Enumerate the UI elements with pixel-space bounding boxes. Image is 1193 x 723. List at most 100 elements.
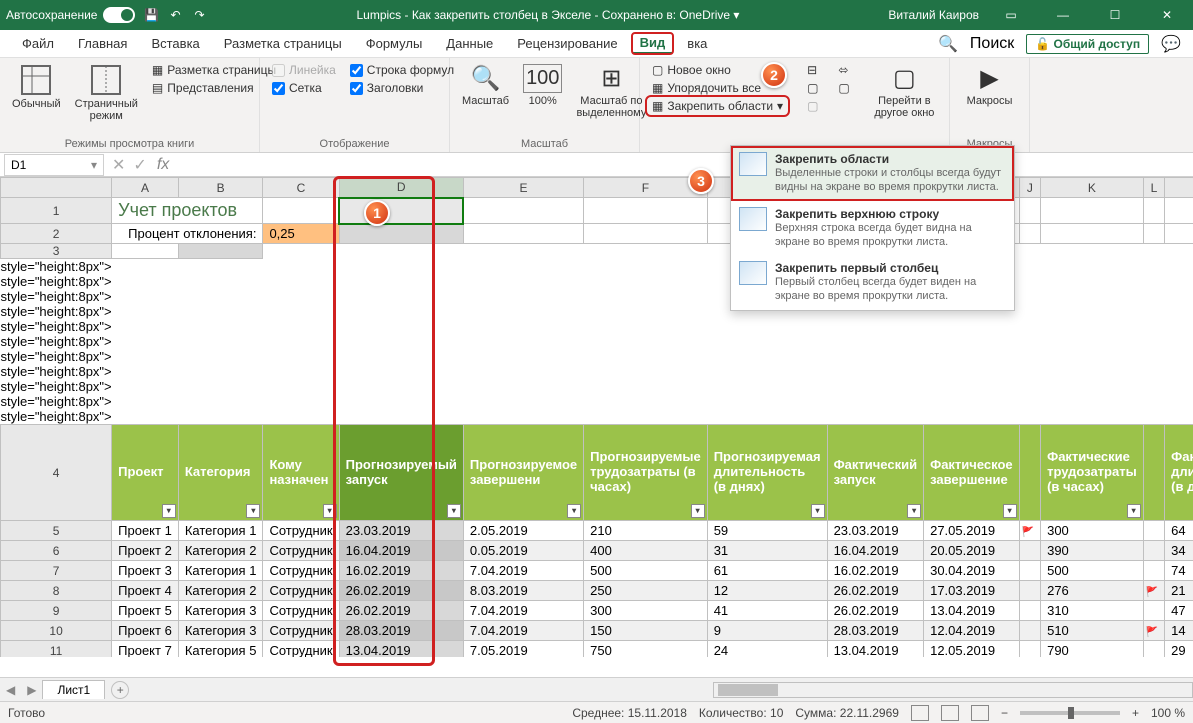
table-header[interactable] — [1019, 425, 1040, 521]
filter-icon[interactable]: ▾ — [567, 504, 581, 518]
cell-6-B[interactable]: Категория 2 — [178, 541, 263, 561]
cell-8-L[interactable]: 🚩 — [1143, 581, 1164, 601]
switch-windows-button[interactable]: ▢Перейти в другое окно — [868, 62, 941, 121]
cell-11-F[interactable]: 750 — [584, 641, 708, 658]
add-sheet-button[interactable]: + — [111, 681, 129, 699]
cell-6-E[interactable]: 0.05.2019 — [463, 541, 583, 561]
row-header-8[interactable]: 8 — [1, 581, 112, 601]
zoom-slider[interactable] — [1020, 711, 1120, 715]
pagebreak-view-button[interactable]: Страничный режим — [71, 62, 142, 124]
table-header[interactable]: Фактическое завершение▾ — [924, 425, 1020, 521]
cell-9-B[interactable]: Категория 3 — [178, 601, 263, 621]
cell-11-B[interactable]: Категория 5 — [178, 641, 263, 658]
cell-8-D[interactable]: 26.02.2019 — [339, 581, 463, 601]
table-header[interactable]: Фактические трудозатраты (в часах)▾ — [1041, 425, 1144, 521]
cell-7-F[interactable]: 500 — [584, 561, 708, 581]
cell-6-A[interactable]: Проект 2 — [112, 541, 179, 561]
cell-9-E[interactable]: 7.04.2019 — [463, 601, 583, 621]
table-header[interactable]: Прогнозируемые трудозатраты (в часах)▾ — [584, 425, 708, 521]
col-header-J[interactable]: J — [1019, 178, 1040, 198]
cell-9-K[interactable]: 310 — [1041, 601, 1144, 621]
table-header[interactable]: Прогнозируемое завершени▾ — [463, 425, 583, 521]
zoom-button[interactable]: 🔍Масштаб — [458, 62, 513, 109]
freeze-top-row-item[interactable]: Закрепить верхнюю строку Верхняя строка … — [731, 201, 1014, 256]
sheet-nav-next[interactable]: ▶ — [21, 683, 42, 697]
table-header[interactable]: Прогнозируемая длительность (в днях)▾ — [707, 425, 827, 521]
maximize-icon[interactable]: ☐ — [1095, 0, 1135, 30]
filter-icon[interactable]: ▾ — [323, 504, 337, 518]
cancel-icon[interactable]: ✕ — [108, 155, 129, 175]
cell-10-C[interactable]: Сотрудник — [263, 621, 339, 641]
ribbon-options-icon[interactable]: ▭ — [991, 0, 1031, 30]
cell-8-M[interactable]: 21 — [1165, 581, 1193, 601]
cell-7-I[interactable]: 30.04.2019 — [924, 561, 1020, 581]
cell-8-G[interactable]: 12 — [707, 581, 827, 601]
name-box[interactable]: D1▾ — [4, 154, 104, 176]
cell-7-K[interactable]: 500 — [1041, 561, 1144, 581]
row-header-2[interactable]: 2 — [1, 224, 112, 244]
cell-10-A[interactable]: Проект 6 — [112, 621, 179, 641]
cell-9-L[interactable] — [1143, 601, 1164, 621]
share-button[interactable]: 🔓 Общий доступ — [1026, 34, 1149, 54]
col-header-A[interactable]: A — [112, 178, 179, 198]
cell-11-D[interactable]: 13.04.2019 — [339, 641, 463, 658]
search-icon[interactable]: 🔍 — [938, 34, 958, 54]
zoom-selection-button[interactable]: ⊞Масштаб по выделенному — [572, 62, 650, 121]
cell-7-B[interactable]: Категория 1 — [178, 561, 263, 581]
cell-11-H[interactable]: 13.04.2019 — [827, 641, 924, 658]
tab-view[interactable]: Вид — [632, 33, 674, 54]
cell-9-I[interactable]: 13.04.2019 — [924, 601, 1020, 621]
cell-5-B[interactable]: Категория 1 — [178, 521, 263, 541]
zoom-100-button[interactable]: 100100% — [519, 62, 566, 109]
normal-view-button[interactable]: Обычный — [8, 62, 65, 112]
filter-icon[interactable]: ▾ — [1003, 504, 1017, 518]
cell-6-C[interactable]: Сотрудник — [263, 541, 339, 561]
user-name[interactable]: Виталий Каиров — [888, 8, 979, 22]
col-header-E[interactable]: E — [463, 178, 583, 198]
table-header[interactable]: Категория▾ — [178, 425, 263, 521]
freeze-panes-item[interactable]: Закрепить области Выделенные строки и ст… — [731, 146, 1014, 201]
cell-5-A[interactable]: Проект 1 — [112, 521, 179, 541]
cell-9-J[interactable] — [1019, 601, 1040, 621]
cell-7-L[interactable] — [1143, 561, 1164, 581]
sheet-tab[interactable]: Лист1 — [42, 680, 105, 699]
cell-10-E[interactable]: 7.04.2019 — [463, 621, 583, 641]
filter-icon[interactable]: ▾ — [246, 504, 260, 518]
cell-6-I[interactable]: 20.05.2019 — [924, 541, 1020, 561]
undo-icon[interactable]: ↶ — [167, 7, 183, 23]
tab-home[interactable]: Главная — [68, 32, 137, 55]
cell-10-J[interactable] — [1019, 621, 1040, 641]
macros-button[interactable]: ▶Макросы — [958, 62, 1021, 109]
cell-8-K[interactable]: 276 — [1041, 581, 1144, 601]
accept-icon[interactable]: ✓ — [129, 155, 150, 175]
cell-7-J[interactable] — [1019, 561, 1040, 581]
split-button[interactable]: ⊟ — [803, 62, 822, 78]
zoom-in-icon[interactable]: + — [1132, 706, 1139, 720]
row-header-5[interactable]: 5 — [1, 521, 112, 541]
cell-9-C[interactable]: Сотрудник — [263, 601, 339, 621]
table-header[interactable]: Фактическая длительность (в днях)▾ — [1165, 425, 1193, 521]
fx-button[interactable]: fx — [151, 156, 175, 174]
table-header[interactable]: Фактический запуск▾ — [827, 425, 924, 521]
cell-6-K[interactable]: 390 — [1041, 541, 1144, 561]
cell-5-I[interactable]: 27.05.2019 — [924, 521, 1020, 541]
tab-page-layout[interactable]: Разметка страницы — [214, 32, 352, 55]
cell-6-D[interactable]: 16.04.2019 — [339, 541, 463, 561]
cell-11-K[interactable]: 790 — [1041, 641, 1144, 658]
page-layout-view-icon[interactable] — [941, 705, 959, 721]
tab-insert[interactable]: Вставка — [141, 32, 209, 55]
row-header-9[interactable]: 9 — [1, 601, 112, 621]
cell-6-F[interactable]: 400 — [584, 541, 708, 561]
cell-8-E[interactable]: 8.03.2019 — [463, 581, 583, 601]
cell-8-I[interactable]: 17.03.2019 — [924, 581, 1020, 601]
cell-9-M[interactable]: 47 — [1165, 601, 1193, 621]
cell-10-D[interactable]: 28.03.2019 — [339, 621, 463, 641]
cell-11-C[interactable]: Сотрудник — [263, 641, 339, 658]
comments-icon[interactable]: 💬 — [1161, 34, 1181, 54]
cell-5-F[interactable]: 210 — [584, 521, 708, 541]
cell-6-G[interactable]: 31 — [707, 541, 827, 561]
cell-6-L[interactable] — [1143, 541, 1164, 561]
deviation-value[interactable]: 0,25 — [263, 224, 339, 244]
filter-icon[interactable]: ▾ — [811, 504, 825, 518]
autosave-toggle[interactable]: Автосохранение — [6, 7, 135, 23]
